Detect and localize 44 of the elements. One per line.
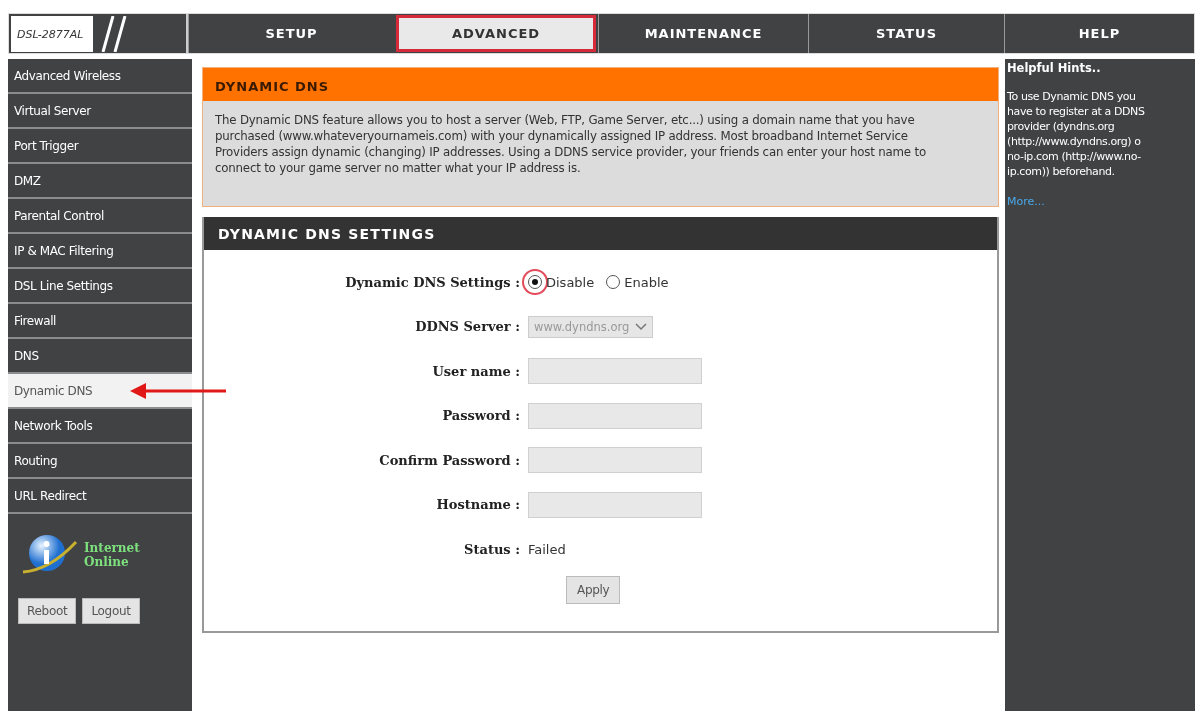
field-label: Password : bbox=[441, 408, 521, 424]
sidebar-item[interactable]: DSL Line Settings bbox=[8, 269, 192, 304]
field-label: Hostname : bbox=[435, 497, 521, 513]
field-label: Confirm Password : bbox=[378, 452, 521, 468]
field-label: User name : bbox=[431, 363, 521, 379]
option-label: Enable bbox=[624, 274, 669, 290]
status-text: Internet bbox=[84, 541, 140, 555]
status-value: Failed bbox=[528, 541, 566, 557]
hints-title: Helpful Hints.. bbox=[1007, 61, 1102, 75]
sidebar-item[interactable]: Virtual Server bbox=[8, 94, 192, 129]
model-name: DSL-2877AL bbox=[11, 16, 94, 52]
option-label: Disable bbox=[546, 274, 595, 290]
status-text: Online bbox=[84, 555, 130, 569]
sidebar-item[interactable]: URL Redirect bbox=[8, 479, 192, 514]
sidebar-button[interactable]: Reboot bbox=[18, 598, 77, 624]
field-label: Dynamic DNS Settings : bbox=[344, 274, 521, 290]
sidebar-item[interactable]: Port Trigger bbox=[8, 129, 192, 164]
description-text: The Dynamic DNS feature allows you to host a server (Web, FTP, Game Server, etc...) using a domain name that you have purchased (www.whateveryournameis.com) with your dynamically assigned IP address. Most broadband Internet Service Providers assign dynamic (changing) IP addresses. Using a DDNS service provider, your friends can enter your host name to connect to your game server no matter what your IP address is. bbox=[214, 112, 927, 177]
hint-text: (http://www.dyndns.org) o bbox=[1007, 134, 1142, 149]
sidebar-item[interactable]: IP & MAC Filtering bbox=[8, 234, 192, 269]
sidebar-item[interactable]: Firewall bbox=[8, 304, 192, 339]
section-title: DYNAMIC DNS SETTINGS bbox=[204, 217, 997, 250]
more-link[interactable]: More... bbox=[1007, 195, 1195, 208]
sidebar-item[interactable]: Parental Control bbox=[8, 199, 192, 234]
sidebar-item[interactable]: DMZ bbox=[8, 164, 192, 199]
hint-text: To use Dynamic DNS you bbox=[1007, 89, 1137, 104]
field-label: Status : bbox=[463, 541, 521, 557]
sidebar-item[interactable]: Dynamic DNS bbox=[8, 374, 192, 409]
field-label: DDNS Server : bbox=[414, 319, 521, 335]
nav-tab[interactable]: SETUP bbox=[188, 14, 394, 53]
nav-tab[interactable]: ADVANCED bbox=[396, 15, 596, 52]
sidebar-button[interactable]: Logout bbox=[82, 598, 140, 624]
hint-text: provider (dyndns.org bbox=[1007, 119, 1116, 134]
nav-tab[interactable]: MAINTENANCE bbox=[598, 14, 808, 53]
sidebar-item[interactable]: Advanced Wireless bbox=[8, 59, 192, 94]
sidebar-item[interactable]: Routing bbox=[8, 444, 192, 479]
hint-text: no-ip.com (http://www.no- bbox=[1007, 149, 1142, 164]
hint-text: have to register at a DDNS bbox=[1007, 104, 1146, 119]
hint-text: ip.com)) beforehand. bbox=[1007, 164, 1116, 179]
apply-button[interactable]: Apply bbox=[566, 575, 621, 604]
sidebar-item[interactable]: Network Tools bbox=[8, 409, 192, 444]
nav-tab[interactable]: HELP bbox=[1004, 14, 1194, 53]
nav-tab[interactable]: STATUS bbox=[808, 14, 1004, 53]
section-title: DYNAMIC DNS bbox=[203, 68, 998, 101]
